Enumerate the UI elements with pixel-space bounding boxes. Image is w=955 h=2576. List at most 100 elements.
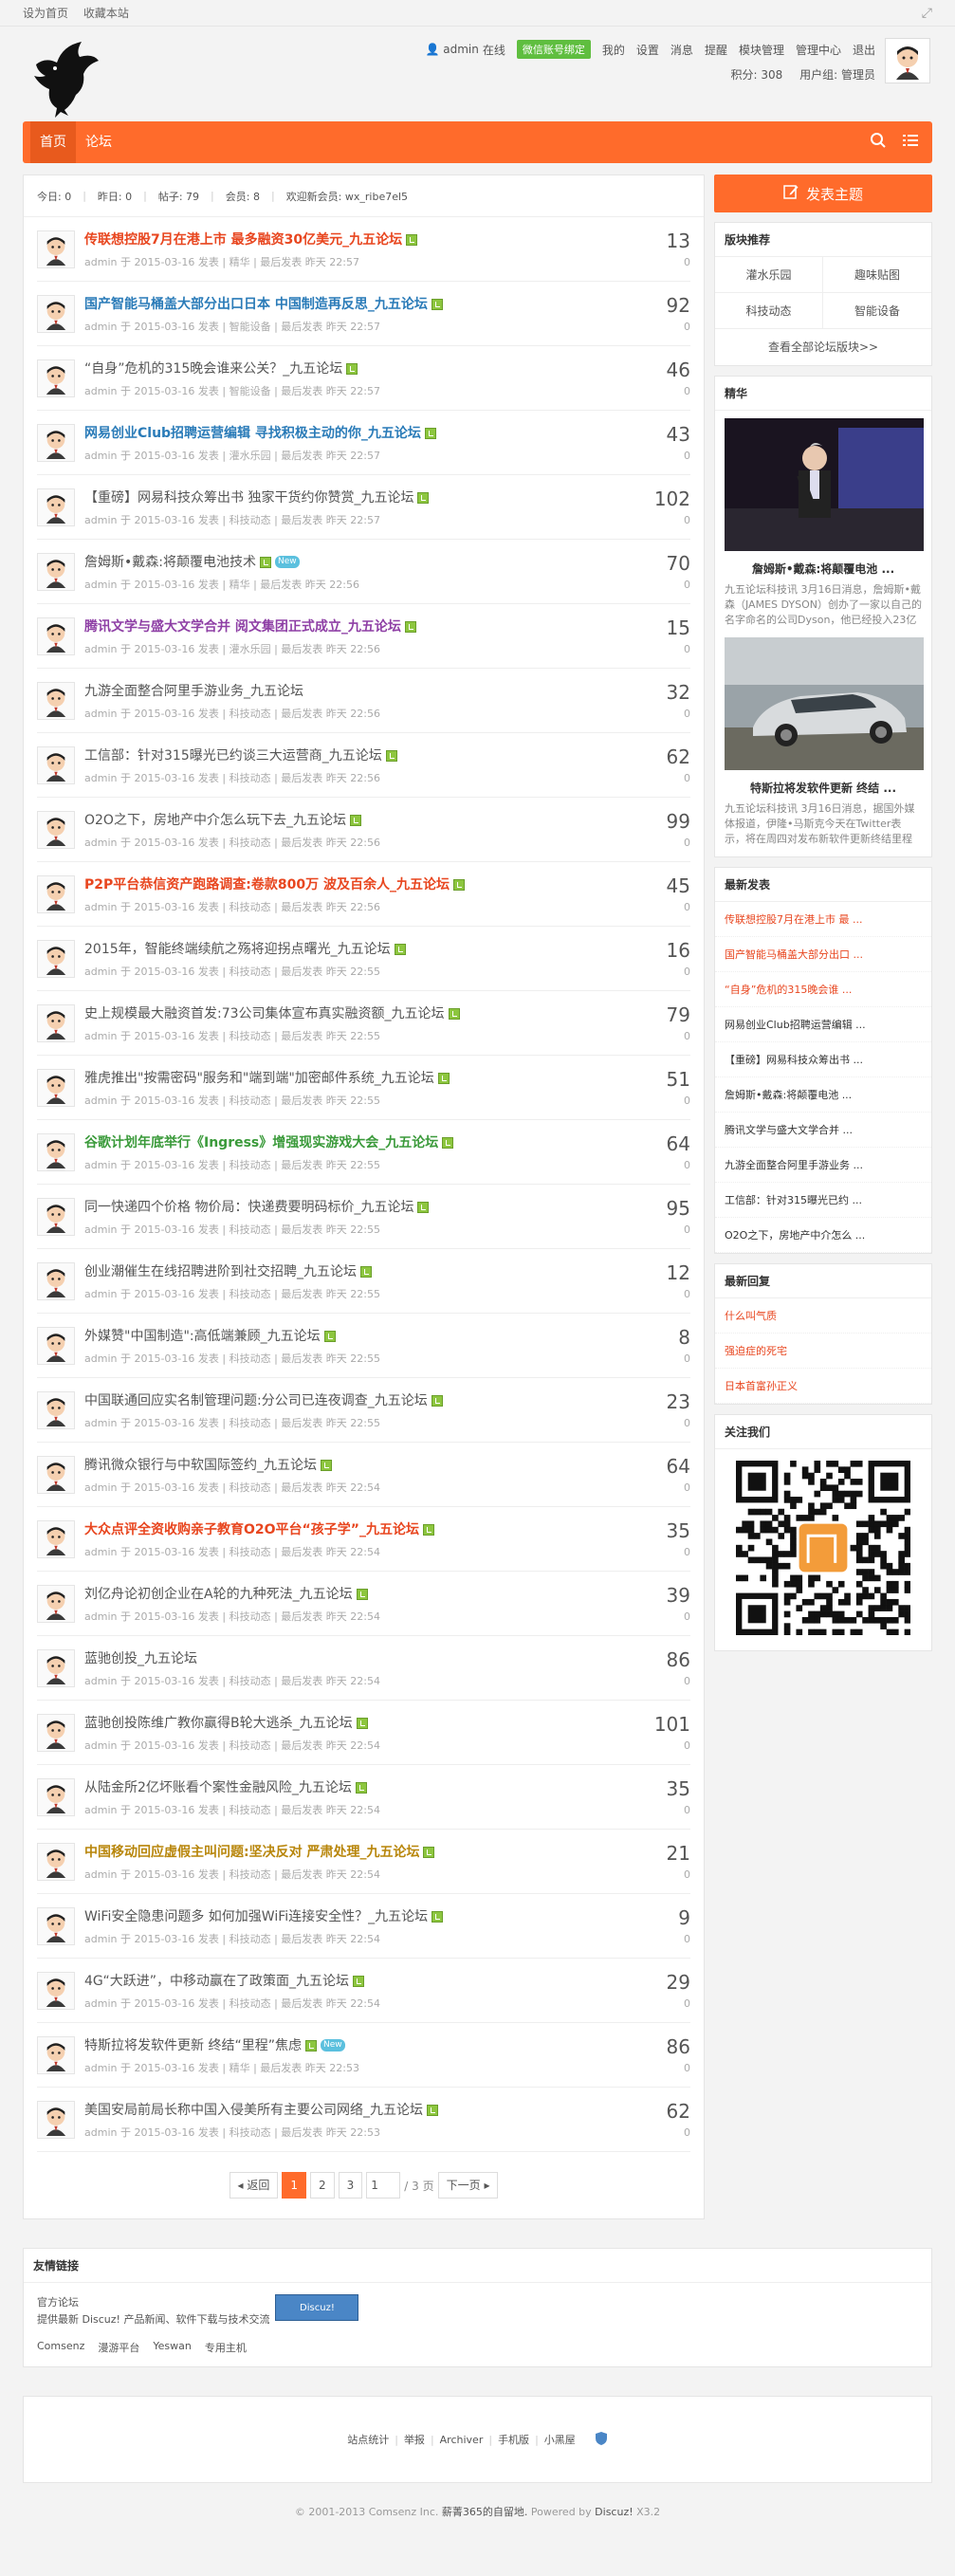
thread-author-avatar[interactable] [37, 294, 75, 333]
forum-link-fun-pics[interactable]: 趣味贴图 [823, 257, 931, 293]
thread-title[interactable]: 4G“大跃进”，中移动赢在了政策面_九五论坛 [84, 1971, 349, 1992]
wechat-bind-button[interactable]: 微信账号绑定 [516, 40, 591, 59]
thread-title[interactable]: 从陆金所2亿坏账看个案性金融风险_九五论坛 [84, 1777, 352, 1798]
expand-icon[interactable]: ⤢ [922, 6, 932, 21]
thread-title[interactable]: 创业潮催生在线招聘进阶到社交招聘_九五论坛 [84, 1261, 357, 1282]
menu-settings[interactable]: 设置 [636, 42, 659, 58]
thread-row[interactable]: 雅虎推出"按需密码"服务和"端到端"加密邮件系统_九五论坛 admin 于 201… [37, 1056, 690, 1120]
thread-author-avatar[interactable] [37, 616, 75, 655]
thread-row[interactable]: 【重磅】网易科技众筹出书 独家干货约你赞赏_九五论坛 admin 于 2015-0… [37, 475, 690, 540]
thread-row[interactable]: 蓝驰创投_九五论坛 admin 于 2015-03-16 发表 | 科技动态 | … [37, 1636, 690, 1701]
pager-prev-button[interactable]: ◂ 返回 [229, 2172, 279, 2199]
thread-row[interactable]: 4G“大跃进”，中移动赢在了政策面_九五论坛 admin 于 2015-03-16… [37, 1959, 690, 2023]
thread-title[interactable]: 特斯拉将发软件更新 终结“里程”焦虑 [84, 2035, 302, 2056]
thread-row[interactable]: 史上规模最大融资首发:73公司集体宣布真实融资额_九五论坛 admin 于 201… [37, 991, 690, 1056]
thread-title[interactable]: 工信部：针对315曝光已约谈三大运营商_九五论坛 [84, 745, 382, 766]
thread-title[interactable]: 美国安局前局长称中国入侵美所有主要公司网络_九五论坛 [84, 2100, 423, 2121]
forum-link-smart-devices[interactable]: 智能设备 [823, 293, 931, 329]
set-home-link[interactable]: 设为首页 [23, 7, 68, 20]
footer-archiver-link[interactable]: Archiver [440, 2434, 484, 2446]
link-manyou[interactable]: 漫游平台 [98, 2340, 139, 2355]
footer-blacklist-link[interactable]: 小黑屋 [544, 2432, 576, 2447]
featured-image-dyson[interactable] [725, 418, 924, 551]
latest-post-link[interactable]: 国产智能马桶盖大部分出口 ... [715, 937, 931, 972]
search-icon[interactable] [870, 132, 887, 154]
link-hosting[interactable]: 专用主机 [205, 2340, 247, 2355]
thread-row[interactable]: 腾讯微众银行与中软国际签约_九五论坛 admin 于 2015-03-16 发表 … [37, 1443, 690, 1507]
bookmark-link[interactable]: 收藏本站 [83, 7, 129, 20]
thread-row[interactable]: 2015年，智能终端续航之殇将迎拐点曙光_九五论坛 admin 于 2015-03… [37, 927, 690, 991]
latest-post-link[interactable]: 九游全面整合阿里手游业务 ... [715, 1148, 931, 1183]
thread-author-avatar[interactable] [37, 1519, 75, 1558]
thread-author-avatar[interactable] [37, 1455, 75, 1494]
thread-row[interactable]: 大众点评全资收购亲子教育O2O平台“孩子学”_九五论坛 admin 于 2015-… [37, 1507, 690, 1572]
thread-row[interactable]: 工信部：针对315曝光已约谈三大运营商_九五论坛 admin 于 2015-03-… [37, 733, 690, 798]
thread-author-avatar[interactable] [37, 1326, 75, 1365]
thread-author-avatar[interactable] [37, 1068, 75, 1107]
thread-author-avatar[interactable] [37, 1648, 75, 1687]
all-forums-link[interactable]: 查看全部论坛版块>> [715, 329, 931, 365]
thread-author-avatar[interactable] [37, 939, 75, 978]
thread-author-avatar[interactable] [37, 1777, 75, 1816]
thread-title[interactable]: WiFi安全隐患问题多 如何加强WiFi连接安全性？_九五论坛 [84, 1906, 428, 1927]
thread-author-avatar[interactable] [37, 488, 75, 526]
featured-title-1[interactable]: 詹姆斯•戴森:将颠覆电池 ... [725, 561, 922, 577]
thread-title[interactable]: 谷歌计划年底举行《Ingress》增强现实游戏大会_九五论坛 [84, 1132, 438, 1153]
thread-author-avatar[interactable] [37, 1971, 75, 2010]
footer-report-link[interactable]: 举报 [404, 2432, 425, 2447]
pager-next-button[interactable]: 下一页 ▸ [437, 2172, 499, 2199]
thread-author-avatar[interactable] [37, 681, 75, 720]
footer-stats-link[interactable]: 站点统计 [347, 2432, 389, 2447]
latest-post-link[interactable]: 网易创业Club招聘运营编辑 ... [715, 1007, 931, 1042]
featured-image-tesla[interactable] [725, 637, 924, 770]
user-credits[interactable]: 积分: 308 [731, 68, 783, 82]
thread-title[interactable]: 2015年，智能终端续航之殇将迎拐点曙光_九五论坛 [84, 939, 391, 960]
thread-title[interactable]: 传联想控股7月在港上市 最多融资30亿美元_九五论坛 [84, 230, 402, 250]
thread-title[interactable]: 网易创业Club招聘运营编辑 寻找积极主动的你_九五论坛 [84, 423, 421, 444]
thread-author-avatar[interactable] [37, 1906, 75, 1945]
thread-title[interactable]: 国产智能马桶盖大部分出口日本 中国制造再反思_九五论坛 [84, 294, 428, 315]
thread-title[interactable]: P2P平台恭信资产跑路调查:卷款800万 波及百余人_九五论坛 [84, 874, 450, 895]
thread-title[interactable]: 外媒赞"中国制造":高低端兼顾_九五论坛 [84, 1326, 321, 1347]
thread-title[interactable]: 同一快递四个价格 物价局：快递费要明码标价_九五论坛 [84, 1197, 413, 1218]
featured-item[interactable]: 特斯拉将发软件更新 终结 ... 九五论坛科技讯 3月16日消息，据国外媒体报道… [715, 637, 931, 856]
thread-title[interactable]: 九游全面整合阿里手游业务_九五论坛 [84, 681, 303, 702]
forum-link-tech[interactable]: 科技动态 [715, 293, 823, 329]
thread-author-avatar[interactable] [37, 230, 75, 268]
thread-title[interactable]: 中国移动回应虚假主叫问题:坚决反对 严肃处理_九五论坛 [84, 1842, 419, 1863]
thread-author-avatar[interactable] [37, 1132, 75, 1171]
menu-notices[interactable]: 提醒 [705, 42, 727, 58]
menu-module-manage[interactable]: 模块管理 [739, 42, 784, 58]
security-badge-icon[interactable] [595, 2431, 608, 2449]
thread-row[interactable]: 网易创业Club招聘运营编辑 寻找积极主动的你_九五论坛 admin 于 2015… [37, 411, 690, 475]
thread-author-avatar[interactable] [37, 745, 75, 784]
thread-row[interactable]: O2O之下，房地产中介怎么玩下去_九五论坛 admin 于 2015-03-16 … [37, 798, 690, 862]
latest-post-link[interactable]: 传联想控股7月在港上市 最 ... [715, 902, 931, 937]
latest-reply-link[interactable]: 强迫症的死宅 [715, 1334, 931, 1369]
stat-new-member[interactable]: 欢迎新会员: wx_ribe7el5 [286, 189, 408, 204]
thread-title[interactable]: 刘亿舟论初创企业在A轮的九种死法_九五论坛 [84, 1584, 353, 1605]
user-avatar[interactable] [885, 38, 930, 83]
thread-row[interactable]: 詹姆斯•戴森:将颠覆电池技术 New admin 于 2015-03-16 发表 |… [37, 540, 690, 604]
latest-post-link[interactable]: 詹姆斯•戴森:将颠覆电池 ... [715, 1077, 931, 1113]
thread-row[interactable]: 创业潮催生在线招聘进阶到社交招聘_九五论坛 admin 于 2015-03-16 … [37, 1249, 690, 1314]
thread-title[interactable]: 雅虎推出"按需密码"服务和"端到端"加密邮件系统_九五论坛 [84, 1068, 434, 1089]
thread-author-avatar[interactable] [37, 1390, 75, 1429]
thread-author-avatar[interactable] [37, 1713, 75, 1752]
thread-row[interactable]: 国产智能马桶盖大部分出口日本 中国制造再反思_九五论坛 admin 于 2015-… [37, 282, 690, 346]
thread-title[interactable]: O2O之下，房地产中介怎么玩下去_九五论坛 [84, 810, 346, 831]
thread-row[interactable]: 中国联通回应实名制管理问题:分公司已连夜调查_九五论坛 admin 于 2015-… [37, 1378, 690, 1443]
thread-title[interactable]: “自身”危机的315晚会谁来公关？_九五论坛 [84, 359, 342, 379]
menu-admin-center[interactable]: 管理中心 [796, 42, 841, 58]
menu-mine[interactable]: 我的 [602, 42, 625, 58]
new-thread-button[interactable]: 发表主题 [714, 175, 932, 212]
thread-row[interactable]: WiFi安全隐患问题多 如何加强WiFi连接安全性？_九五论坛 admin 于 2… [37, 1894, 690, 1959]
thread-author-avatar[interactable] [37, 1584, 75, 1623]
powered-by-discuz-link[interactable]: Discuz! [595, 2506, 633, 2518]
discuz-logo[interactable]: Discuz! [275, 2294, 359, 2321]
nav-forum[interactable]: 论坛 [76, 121, 121, 163]
thread-title[interactable]: 大众点评全资收购亲子教育O2O平台“孩子学”_九五论坛 [84, 1519, 419, 1540]
thread-title[interactable]: 詹姆斯•戴森:将颠覆电池技术 [84, 552, 256, 573]
thread-row[interactable]: 美国安局前局长称中国入侵美所有主要公司网络_九五论坛 admin 于 2015-0… [37, 2088, 690, 2152]
thread-author-avatar[interactable] [37, 810, 75, 849]
